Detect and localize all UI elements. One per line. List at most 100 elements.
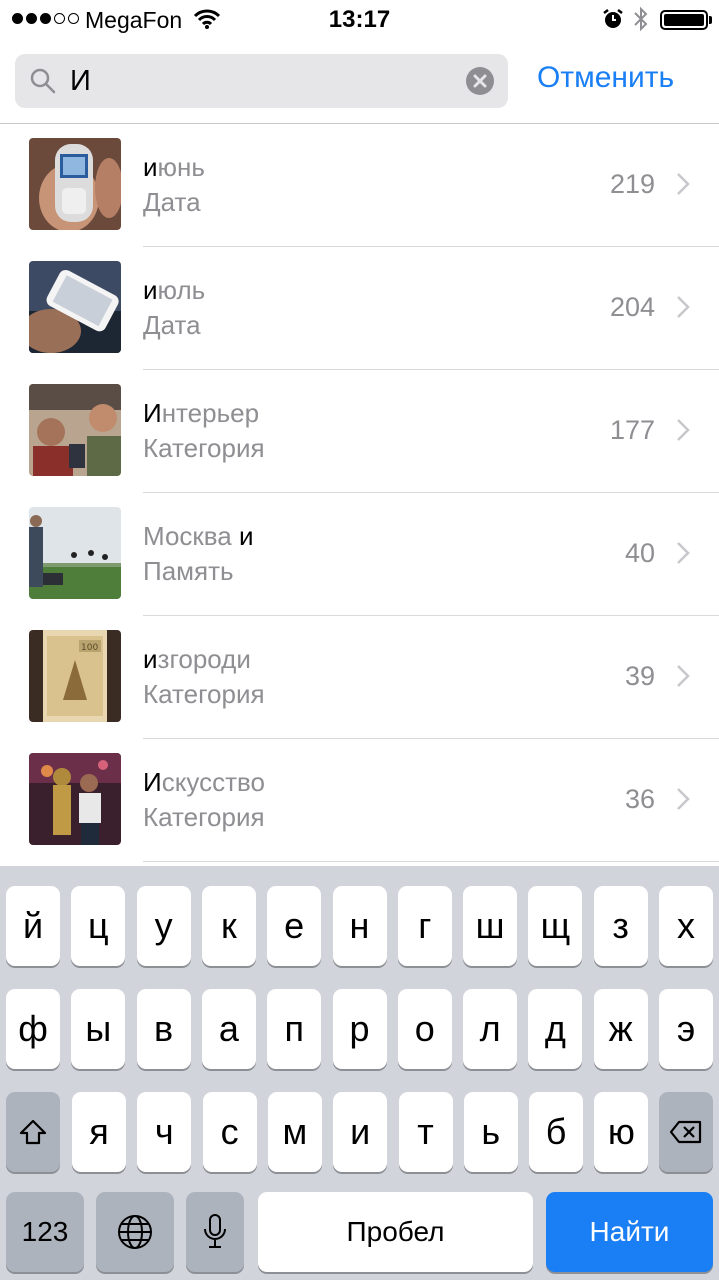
numbers-key[interactable]: 123 (6, 1192, 84, 1272)
bluetooth-icon (634, 6, 648, 32)
key-б[interactable]: б (529, 1092, 584, 1172)
result-subtitle: Категория (143, 802, 265, 832)
result-title: Интерьер (143, 398, 259, 429)
key-л[interactable]: л (463, 989, 518, 1069)
title-match: и (143, 152, 158, 182)
backspace-icon (669, 1120, 702, 1144)
space-key[interactable]: Пробел (258, 1192, 533, 1272)
key-ц[interactable]: ц (71, 886, 126, 966)
key-и[interactable]: и (333, 1092, 388, 1172)
globe-key[interactable] (96, 1192, 174, 1272)
search-icon (30, 68, 56, 94)
thumbnail-image (29, 507, 121, 599)
list-item[interactable]: июль Дата 204 (0, 247, 719, 370)
title-rest: юнь (157, 152, 205, 182)
chevron-right-icon (677, 788, 690, 810)
result-subtitle: Дата (143, 310, 201, 340)
key-ж[interactable]: ж (593, 989, 648, 1069)
search-input[interactable] (70, 63, 450, 99)
chevron-right-icon (677, 665, 690, 687)
result-subtitle: Категория (143, 679, 265, 709)
key-п[interactable]: п (267, 989, 322, 1069)
result-count: 40 (624, 538, 655, 568)
key-д[interactable]: д (528, 989, 583, 1069)
result-title: Искусство (143, 767, 265, 798)
thumbnail-image (29, 138, 121, 230)
battery-tip (709, 16, 712, 24)
svg-text:100: 100 (81, 643, 98, 653)
clear-search-button[interactable] (466, 67, 494, 95)
result-subtitle: Память (143, 556, 234, 586)
status-bar: MegaFon 13:17 (0, 0, 719, 40)
list-item[interactable]: Москва и Память 40 (0, 493, 719, 616)
title-rest: скусство (161, 767, 265, 797)
title-match: и (239, 521, 254, 551)
key-й[interactable]: й (6, 886, 60, 966)
chevron-right-icon (677, 419, 690, 441)
result-subtitle: Дата (143, 187, 201, 217)
key-э[interactable]: э (659, 989, 713, 1069)
key-я[interactable]: я (72, 1092, 126, 1172)
result-title: июнь (143, 152, 205, 183)
close-icon (473, 74, 487, 88)
shift-key[interactable] (6, 1092, 60, 1172)
chevron-right-icon (677, 173, 690, 195)
list-item[interactable]: 100 изгороди Категория 39 (0, 616, 719, 739)
key-в[interactable]: в (136, 989, 191, 1069)
title-rest: згороди (157, 644, 251, 674)
microphone-key[interactable] (186, 1192, 244, 1272)
search-bar[interactable] (15, 54, 508, 108)
thumbnail-image (29, 384, 121, 476)
list-item[interactable]: июнь Дата 219 (0, 124, 719, 247)
thumbnail-image (29, 753, 121, 845)
key-х[interactable]: х (659, 886, 713, 966)
key-а[interactable]: а (201, 989, 256, 1069)
row-divider (143, 861, 719, 862)
title-match: И (143, 767, 162, 797)
keyboard: й ц у к е н г ш щ з х ф ы в а п р о л д ж э я ч с м и т ь б ю 123 Пробел… (0, 866, 719, 1280)
key-е[interactable]: е (267, 886, 322, 966)
result-count: 177 (609, 415, 655, 445)
key-т[interactable]: т (398, 1092, 453, 1172)
list-item[interactable]: Искусство Категория 36 (0, 739, 719, 862)
key-г[interactable]: г (397, 886, 452, 966)
result-count: 39 (624, 661, 655, 691)
backspace-key[interactable] (659, 1092, 713, 1172)
title-rest: нтерьер (161, 398, 260, 428)
title-prefix: Москва (143, 521, 239, 551)
result-count: 36 (624, 784, 655, 814)
chevron-right-icon (677, 296, 690, 318)
result-count: 204 (609, 292, 655, 322)
title-match: и (143, 644, 158, 674)
key-ч[interactable]: ч (137, 1092, 192, 1172)
key-м[interactable]: м (267, 1092, 322, 1172)
key-р[interactable]: р (332, 989, 387, 1069)
title-match: и (143, 275, 158, 305)
chevron-right-icon (677, 542, 690, 564)
search-results-list: июнь Дата 219 июль Дата 204 Интерьер Категория 1… (0, 124, 719, 862)
key-ф[interactable]: ф (6, 989, 60, 1069)
key-с[interactable]: с (202, 1092, 257, 1172)
result-title: Москва и (143, 521, 254, 552)
microphone-icon (204, 1214, 226, 1248)
cancel-button[interactable]: Отменить (537, 61, 674, 95)
globe-icon (118, 1215, 152, 1249)
title-rest: юль (157, 275, 206, 305)
thumbnail-image (29, 261, 121, 353)
key-о[interactable]: о (397, 989, 452, 1069)
key-ь[interactable]: ь (463, 1092, 518, 1172)
title-match: И (143, 398, 162, 428)
key-ш[interactable]: ш (463, 886, 518, 966)
shift-icon (19, 1119, 47, 1145)
key-з[interactable]: з (593, 886, 648, 966)
key-н[interactable]: н (332, 886, 387, 966)
list-item[interactable]: Интерьер Категория 177 (0, 370, 719, 493)
key-ы[interactable]: ы (71, 989, 126, 1069)
search-go-button[interactable]: Найти (546, 1192, 713, 1272)
key-щ[interactable]: щ (528, 886, 583, 966)
key-у[interactable]: у (136, 886, 191, 966)
battery-icon (660, 10, 708, 30)
key-к[interactable]: к (201, 886, 256, 966)
result-subtitle: Категория (143, 433, 265, 463)
key-ю[interactable]: ю (594, 1092, 649, 1172)
